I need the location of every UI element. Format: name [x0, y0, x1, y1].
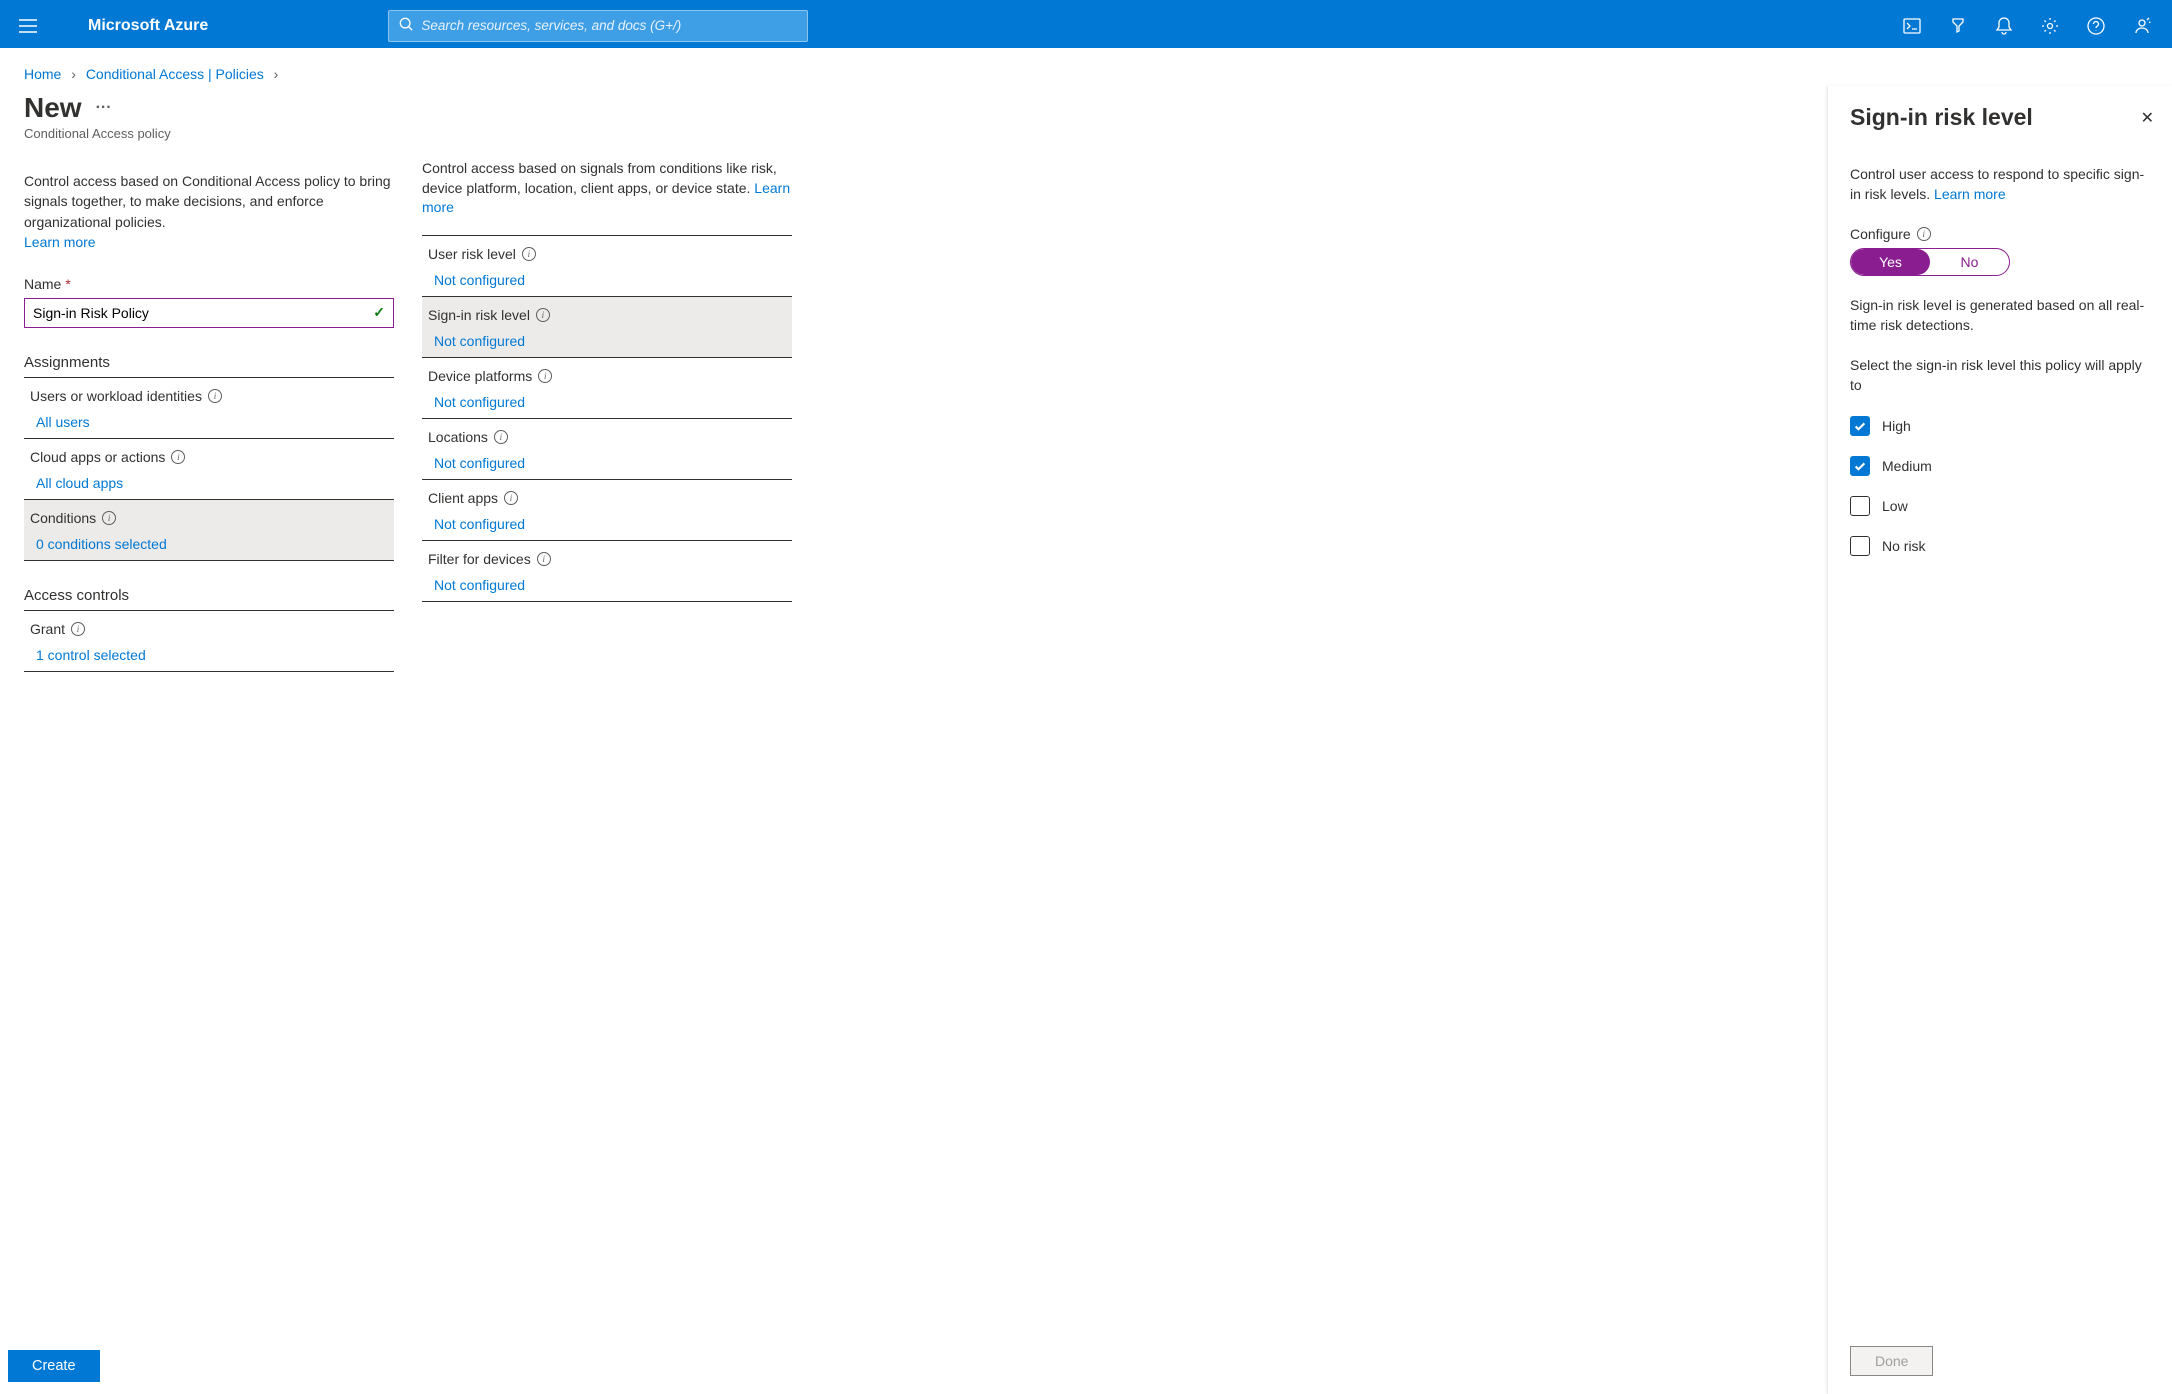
breadcrumb: Home › Conditional Access | Policies › [0, 48, 2172, 86]
configure-toggle[interactable]: Yes No [1850, 248, 2010, 276]
page-title: New [24, 92, 82, 124]
search-input[interactable] [421, 18, 797, 33]
search-box[interactable] [388, 10, 808, 42]
condition-setting-4-value[interactable]: Not configured [428, 516, 786, 532]
assignment-setting-2-label: Conditions [30, 510, 96, 526]
panel-title: Sign-in risk level [1850, 104, 2150, 131]
assignment-setting-1[interactable]: Cloud apps or actions i All cloud apps [24, 439, 394, 500]
checkbox[interactable] [1850, 456, 1870, 476]
assignment-setting-2[interactable]: Conditions i 0 conditions selected [24, 500, 394, 561]
conditions-description: Control access based on signals from con… [422, 160, 777, 196]
grant-setting-value[interactable]: 1 control selected [30, 647, 388, 663]
feedback-icon[interactable] [2120, 6, 2164, 46]
assignment-setting-1-label: Cloud apps or actions [30, 449, 165, 465]
grant-setting-label: Grant [30, 621, 65, 637]
learn-more-link[interactable]: Learn more [24, 234, 394, 250]
close-icon[interactable]: ✕ [2141, 108, 2154, 128]
condition-setting-0-value[interactable]: Not configured [428, 272, 786, 288]
info-icon[interactable]: i [71, 622, 85, 636]
assignment-setting-1-value[interactable]: All cloud apps [30, 475, 388, 491]
policy-description: Control access based on Conditional Acce… [24, 171, 394, 232]
done-button[interactable]: Done [1850, 1346, 1933, 1376]
configure-label: Configure [1850, 226, 1911, 242]
name-label: Name [24, 276, 61, 292]
brand[interactable]: Microsoft Azure [88, 17, 208, 35]
condition-setting-2-value[interactable]: Not configured [428, 394, 786, 410]
condition-setting-1[interactable]: Sign-in risk level i Not configured [422, 297, 792, 358]
search-icon [399, 17, 413, 34]
condition-setting-3-label: Locations [428, 429, 488, 445]
checkbox[interactable] [1850, 496, 1870, 516]
breadcrumb-home[interactable]: Home [24, 66, 61, 82]
help-icon[interactable] [2074, 6, 2118, 46]
condition-setting-2[interactable]: Device platforms i Not configured [422, 358, 792, 419]
create-button[interactable]: Create [8, 1350, 100, 1382]
condition-setting-5-value[interactable]: Not configured [428, 577, 786, 593]
info-icon[interactable]: i [536, 308, 550, 322]
risk-option-2[interactable]: Low [1850, 496, 2150, 516]
condition-setting-3-value[interactable]: Not configured [428, 455, 786, 471]
condition-setting-5-label: Filter for devices [428, 551, 531, 567]
risk-option-label: Low [1882, 498, 1908, 514]
checkbox[interactable] [1850, 416, 1870, 436]
info-icon[interactable]: i [522, 247, 536, 261]
info-icon[interactable]: i [208, 389, 222, 403]
risk-option-3[interactable]: No risk [1850, 536, 2150, 556]
grant-setting[interactable]: Granti 1 control selected [24, 611, 394, 672]
access-controls-heading: Access controls [24, 587, 394, 611]
info-icon[interactable]: i [102, 511, 116, 525]
checkbox[interactable] [1850, 536, 1870, 556]
page-subtitle: Conditional Access policy [24, 126, 394, 141]
panel-info-1: Sign-in risk level is generated based on… [1850, 296, 2150, 336]
condition-setting-2-label: Device platforms [428, 368, 532, 384]
name-input-wrapper: ✓ [24, 298, 394, 328]
hamburger-menu[interactable] [8, 6, 48, 46]
condition-setting-0-label: User risk level [428, 246, 516, 262]
assignment-setting-0-value[interactable]: All users [30, 414, 388, 430]
assignment-setting-0[interactable]: Users or workload identities i All users [24, 378, 394, 439]
toggle-no[interactable]: No [1930, 249, 2009, 275]
directory-filter-icon[interactable] [1936, 6, 1980, 46]
assignment-setting-2-value[interactable]: 0 conditions selected [30, 536, 388, 552]
assignment-setting-0-label: Users or workload identities [30, 388, 202, 404]
condition-setting-4[interactable]: Client apps i Not configured [422, 480, 792, 541]
toggle-yes[interactable]: Yes [1851, 249, 1930, 275]
condition-setting-5[interactable]: Filter for devices i Not configured [422, 541, 792, 602]
panel-info-2: Select the sign-in risk level this polic… [1850, 356, 2150, 396]
risk-option-label: High [1882, 418, 1911, 434]
info-icon[interactable]: i [1917, 227, 1931, 241]
chevron-right-icon: › [274, 66, 279, 82]
info-icon[interactable]: i [494, 430, 508, 444]
top-bar: Microsoft Azure [0, 0, 2172, 48]
condition-setting-0[interactable]: User risk level i Not configured [422, 236, 792, 297]
panel-learn-more-link[interactable]: Learn more [1934, 186, 2006, 202]
risk-option-label: Medium [1882, 458, 1932, 474]
breadcrumb-conditional-access[interactable]: Conditional Access | Policies [86, 66, 264, 82]
condition-setting-4-label: Client apps [428, 490, 498, 506]
sign-in-risk-panel: Sign-in risk level ✕ Control user access… [1827, 86, 2172, 1394]
info-icon[interactable]: i [538, 369, 552, 383]
name-input[interactable] [33, 305, 373, 321]
notifications-icon[interactable] [1982, 6, 2026, 46]
risk-option-1[interactable]: Medium [1850, 456, 2150, 476]
condition-setting-3[interactable]: Locations i Not configured [422, 419, 792, 480]
chevron-right-icon: › [71, 66, 76, 82]
info-icon[interactable]: i [171, 450, 185, 464]
info-icon[interactable]: i [504, 491, 518, 505]
condition-setting-1-label: Sign-in risk level [428, 307, 530, 323]
risk-option-0[interactable]: High [1850, 416, 2150, 436]
valid-check-icon: ✓ [373, 304, 385, 321]
settings-icon[interactable] [2028, 6, 2072, 46]
required-indicator: * [65, 276, 70, 292]
cloud-shell-icon[interactable] [1890, 6, 1934, 46]
risk-option-label: No risk [1882, 538, 1926, 554]
condition-setting-1-value[interactable]: Not configured [428, 333, 786, 349]
assignments-heading: Assignments [24, 354, 394, 378]
more-actions-icon[interactable]: ··· [96, 99, 112, 117]
info-icon[interactable]: i [537, 552, 551, 566]
